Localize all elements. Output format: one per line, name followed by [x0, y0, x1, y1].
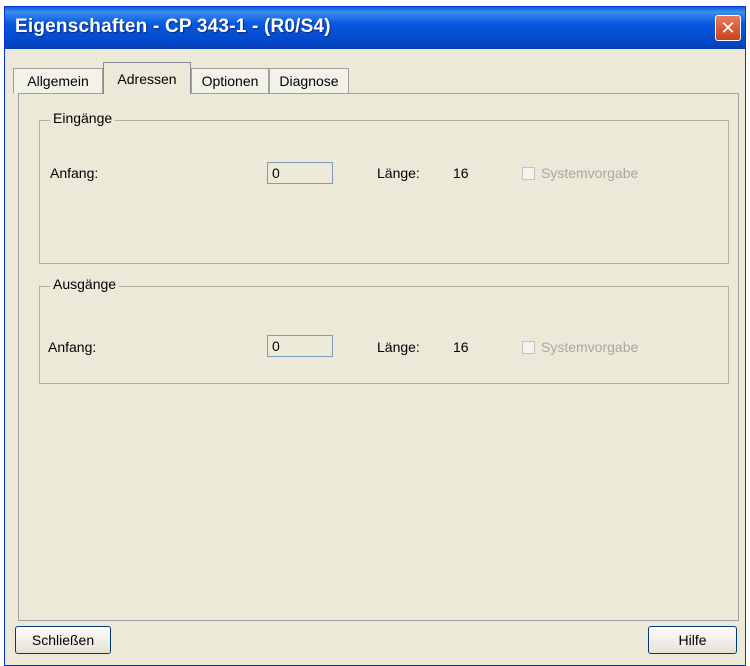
tab-adressen[interactable]: Adressen — [103, 62, 191, 94]
help-button[interactable]: Hilfe — [648, 626, 737, 654]
properties-dialog: Eigenschaften - CP 343-1 - (R0/S4) ✕ All… — [4, 6, 746, 666]
outputs-length-label: Länge: — [377, 339, 420, 355]
title-bar[interactable]: Eigenschaften - CP 343-1 - (R0/S4) ✕ — [5, 7, 745, 49]
outputs-group-title: Ausgänge — [50, 276, 120, 292]
inputs-start-field[interactable]: 0 — [267, 162, 333, 184]
outputs-default-label: Systemvorgabe — [541, 339, 639, 355]
inputs-default-label: Systemvorgabe — [541, 165, 639, 181]
inputs-length-label: Länge: — [377, 165, 420, 181]
tab-optionen[interactable]: Optionen — [191, 68, 269, 93]
outputs-start-label: Anfang: — [48, 339, 97, 355]
tab-allgemein[interactable]: Allgemein — [13, 68, 103, 93]
inputs-group: Eingänge Anfang: 0 Länge: 16 Systemvorga… — [39, 110, 729, 264]
close-icon[interactable]: ✕ — [715, 15, 741, 41]
outputs-start-field[interactable]: 0 — [267, 335, 333, 357]
outputs-group: Ausgänge Anfang: 0 Länge: 16 Systemvorga… — [39, 276, 729, 384]
inputs-length-value: 16 — [453, 165, 469, 181]
addresses-panel: Eingänge Anfang: 0 Länge: 16 Systemvorga… — [18, 93, 739, 621]
inputs-start-label: Anfang: — [50, 165, 99, 181]
outputs-default-checkbox[interactable] — [522, 341, 535, 354]
window-title: Eigenschaften - CP 343-1 - (R0/S4) — [15, 16, 331, 37]
inputs-group-title: Eingänge — [50, 110, 116, 126]
close-button[interactable]: Schließen — [15, 626, 111, 654]
tab-diagnose[interactable]: Diagnose — [269, 68, 349, 93]
outputs-length-value: 16 — [453, 339, 469, 355]
inputs-default-checkbox[interactable] — [522, 167, 535, 180]
